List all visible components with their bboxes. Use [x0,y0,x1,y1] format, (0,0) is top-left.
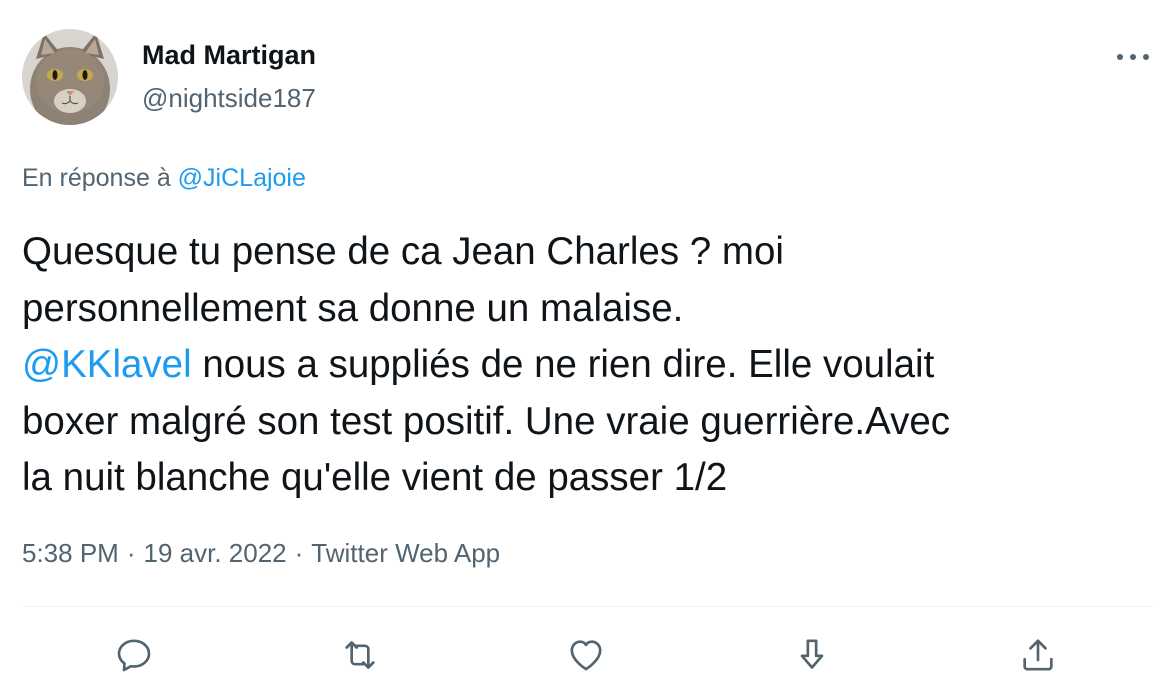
tweet-time[interactable]: 5:38 PM [22,538,119,568]
author-display-name[interactable]: Mad Martigan [142,40,316,71]
speech-bubble-icon [117,639,151,672]
tweet-card: Mad Martigan @nightside187 En réponse à … [0,0,1176,694]
share-upload-icon [1023,639,1053,671]
divider [22,606,1154,607]
like-button[interactable] [559,628,613,682]
arrow-down-icon [800,639,824,669]
meta-separator: · [294,538,304,568]
tweet-line: Quesque tu pense de ca Jean Charles ? mo… [22,230,784,273]
tweet-line-text: nous a suppliés de ne rien dire. Elle vo… [191,343,935,386]
heart-icon [570,640,602,671]
share-button[interactable] [1011,628,1065,682]
reply-prefix: En réponse à [22,164,171,192]
tweet-source-link[interactable]: Twitter Web App [311,538,500,568]
meta-separator: · [126,538,136,568]
avatar[interactable] [22,29,118,125]
reply-context: En réponse à @JiCLajoie [22,164,306,193]
retweet-button[interactable] [333,628,387,682]
more-horizontal-icon [1117,54,1149,60]
retweet-icon [345,641,375,669]
reply-mention-link[interactable]: @JiCLajoie [178,164,306,192]
reply-button[interactable] [107,628,161,682]
bookmark-button[interactable] [785,628,839,682]
more-options-button[interactable] [1110,40,1156,74]
tweet-body: Quesque tu pense de ca Jean Charles ? mo… [22,224,1147,507]
tweet-line: personnellement sa donne un malaise. [22,286,684,330]
author-handle[interactable]: @nightside187 [142,83,316,114]
cat-avatar-icon [22,29,118,125]
tweet-line: la nuit blanche qu'elle vient de passer … [22,456,728,499]
tweet-date[interactable]: 19 avr. 2022 [144,538,287,568]
tweet-line: @KKlavel nous a suppliés de ne rien dire… [22,337,1147,394]
tweet-metadata: 5:38 PM · 19 avr. 2022 · Twitter Web App [22,538,500,569]
tweet-line: boxer malgré son test positif. Une vraie… [22,399,951,443]
mention-link-kklavel[interactable]: @KKlavel [22,343,192,386]
